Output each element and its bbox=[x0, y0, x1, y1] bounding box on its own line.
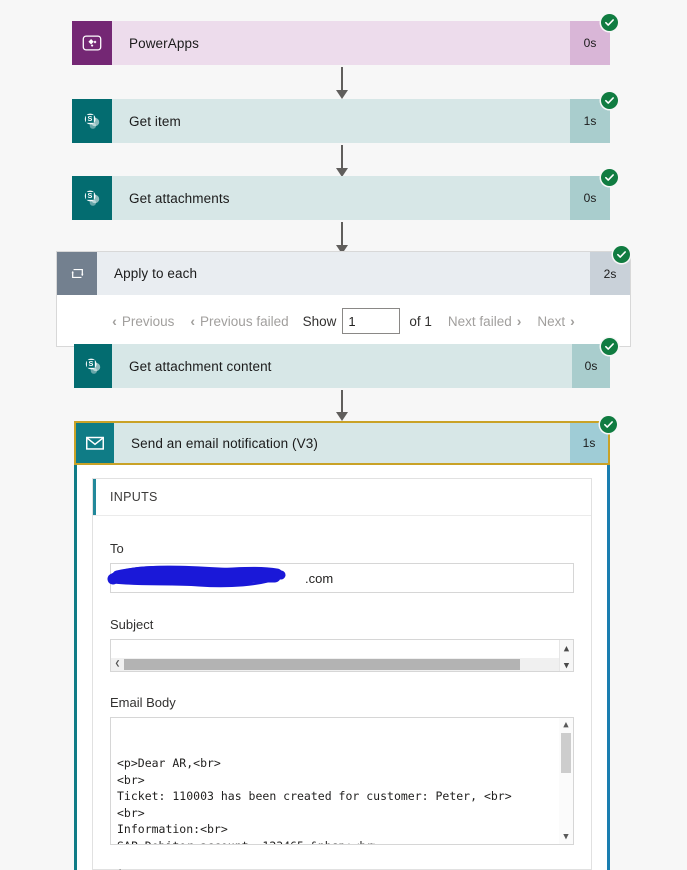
next-failed-label: Next failed bbox=[447, 313, 512, 329]
flow-step-get-attachments[interactable]: S Get attachments 0s bbox=[72, 176, 610, 220]
to-value: .com bbox=[305, 570, 334, 586]
previous-failed-label: Previous failed bbox=[200, 313, 289, 329]
subject-horizontal-scrollbar[interactable]: ❮ ❯ bbox=[111, 658, 573, 671]
flow-run-canvas: PowerApps 0s S Get item 1s S Get attachm… bbox=[0, 0, 687, 870]
previous-button[interactable]: ‹ Previous bbox=[104, 314, 182, 329]
connector-arrow bbox=[336, 67, 348, 99]
status-badge-success bbox=[601, 169, 618, 186]
previous-failed-button[interactable]: ‹ Previous failed bbox=[182, 314, 296, 329]
status-badge-success bbox=[600, 416, 617, 433]
to-label: To bbox=[110, 541, 124, 556]
next-button[interactable]: Next › bbox=[529, 314, 582, 329]
flow-step-title: Apply to each bbox=[97, 252, 590, 295]
status-badge-success bbox=[601, 14, 618, 31]
svg-text:S: S bbox=[87, 114, 92, 123]
flow-step-get-item[interactable]: S Get item 1s bbox=[72, 99, 610, 143]
status-badge-success bbox=[601, 338, 618, 355]
connector-arrow bbox=[336, 222, 348, 254]
subject-input[interactable]: Ticket: 110003 has been created for cust… bbox=[110, 639, 574, 672]
loop-icon bbox=[57, 252, 97, 295]
sharepoint-icon: S bbox=[72, 176, 112, 220]
to-input[interactable]: .com bbox=[107, 563, 574, 593]
status-badge-success bbox=[613, 246, 630, 263]
chevron-right-icon: › bbox=[516, 313, 522, 329]
flow-step-send-email-notification[interactable]: Send an email notification (V3) 1s bbox=[74, 421, 610, 465]
subject-vertical-scrollbar[interactable]: ▲ ▼ bbox=[559, 640, 573, 671]
email-body-value: <p>Dear AR,<br> <br> Ticket: 110003 has … bbox=[117, 756, 512, 844]
to-field: To .com bbox=[93, 541, 591, 593]
next-failed-button[interactable]: Next failed › bbox=[440, 314, 529, 329]
scroll-down-icon[interactable]: ▼ bbox=[564, 658, 569, 672]
mail-icon bbox=[76, 423, 114, 463]
flow-step-title: Get attachments bbox=[112, 176, 570, 220]
page-number-input[interactable] bbox=[342, 308, 401, 334]
redaction-scribble bbox=[107, 565, 286, 588]
email-body-vertical-scrollbar[interactable]: ▲ ▼ bbox=[559, 718, 573, 844]
chevron-left-icon: ‹ bbox=[190, 313, 196, 329]
subject-field: Subject Ticket: 110003 has been created … bbox=[93, 617, 591, 672]
subject-label: Subject bbox=[110, 617, 154, 632]
status-badge-success bbox=[601, 92, 618, 109]
of-total-label: of 1 bbox=[409, 313, 432, 329]
show-label: Show bbox=[302, 313, 337, 329]
email-body-label: Email Body bbox=[110, 695, 176, 710]
svg-text:S: S bbox=[87, 191, 92, 200]
flow-step-powerapps[interactable]: PowerApps 0s bbox=[72, 21, 610, 65]
sharepoint-icon: S bbox=[72, 99, 112, 143]
scroll-left-icon[interactable]: ❮ bbox=[111, 658, 124, 671]
flow-step-title: Get item bbox=[112, 99, 570, 143]
svg-text:S: S bbox=[88, 359, 93, 368]
scroll-up-icon[interactable]: ▲ bbox=[564, 641, 569, 658]
flow-step-apply-to-each[interactable]: Apply to each 2s bbox=[57, 252, 630, 295]
iteration-pager: ‹ Previous ‹ Previous failed Show of 1 N… bbox=[56, 296, 631, 346]
inputs-card: INPUTS To .com Subject Ticket: 110003 ha… bbox=[92, 478, 592, 870]
flow-step-title: Get attachment content bbox=[112, 344, 572, 388]
inputs-header: INPUTS bbox=[93, 479, 591, 516]
connector-arrow bbox=[336, 390, 348, 421]
next-label: Next bbox=[537, 313, 566, 329]
flow-step-title: PowerApps bbox=[112, 21, 570, 65]
email-body-field: Email Body <p>Dear AR,<br> <br> Ticket: … bbox=[93, 695, 591, 845]
scroll-up-icon[interactable]: ▲ bbox=[559, 718, 573, 732]
flow-step-get-attachment-content[interactable]: S Get attachment content 0s bbox=[74, 344, 610, 388]
powerapps-icon bbox=[72, 21, 112, 65]
flow-step-title: Send an email notification (V3) bbox=[114, 423, 570, 463]
chevron-right-icon: › bbox=[570, 313, 575, 329]
scrollbar-thumb[interactable] bbox=[561, 733, 571, 773]
connector-arrow bbox=[336, 145, 348, 177]
chevron-left-icon: ‹ bbox=[112, 313, 117, 329]
scroll-down-icon[interactable]: ▼ bbox=[559, 830, 573, 844]
scrollbar-thumb[interactable] bbox=[124, 659, 520, 670]
email-body-input[interactable]: <p>Dear AR,<br> <br> Ticket: 110003 has … bbox=[110, 717, 574, 845]
sharepoint-icon: S bbox=[74, 344, 112, 388]
previous-label: Previous bbox=[121, 313, 175, 329]
